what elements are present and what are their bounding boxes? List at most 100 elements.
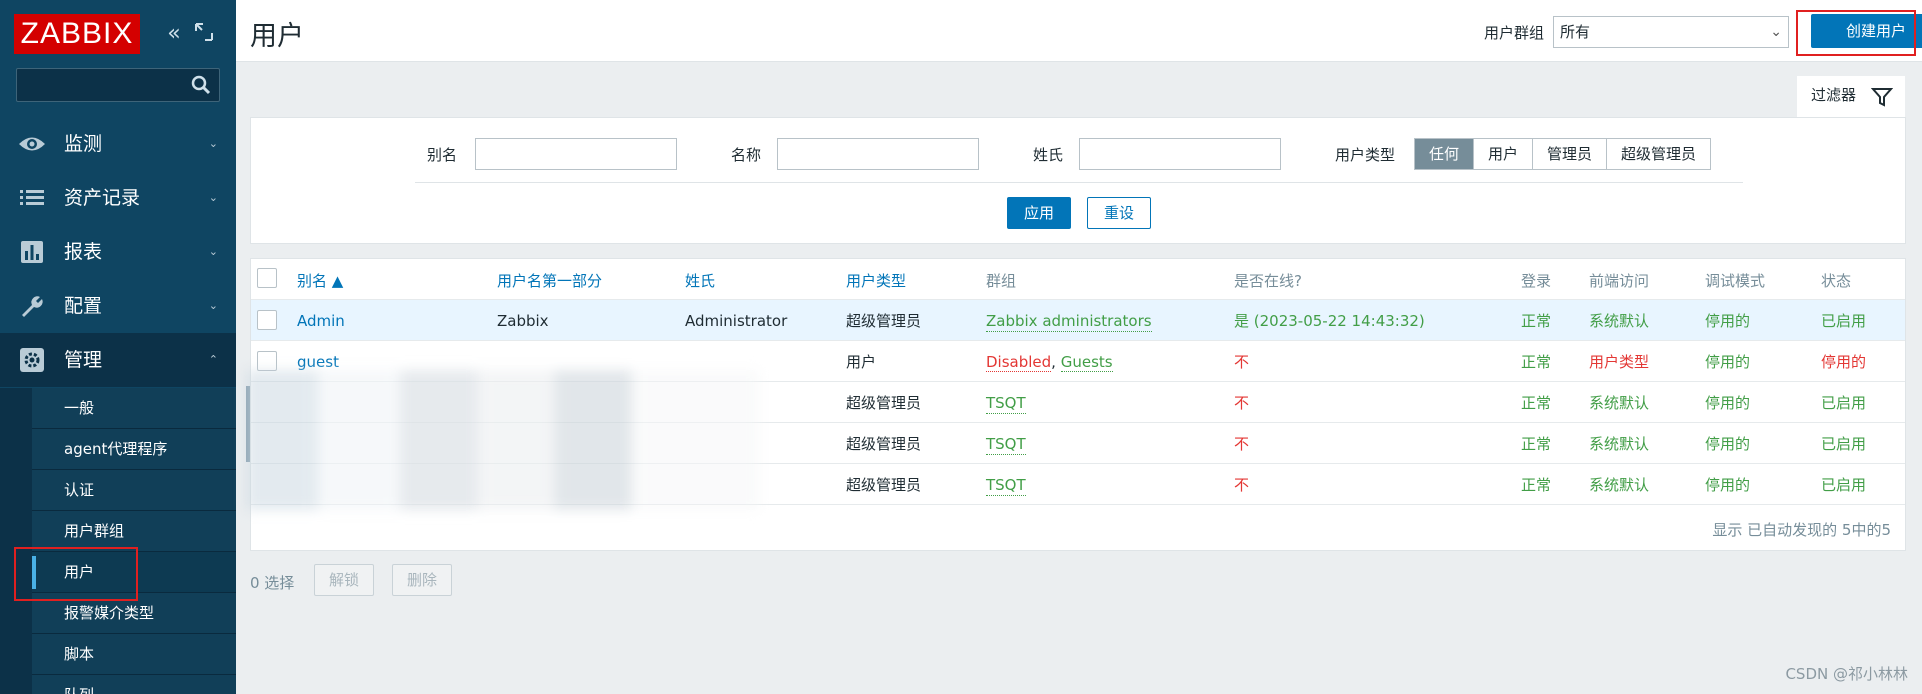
admin-submenu: 一般 agent代理程序 认证 用户群组 用户 报警媒介类型 脚本 队列 <box>0 388 236 694</box>
user-group-link[interactable]: TSQT <box>986 393 1026 414</box>
menu-reports[interactable]: 报表 ⌄ <box>0 225 236 279</box>
user-login: 正常 <box>1521 312 1552 330</box>
bar-chart-icon <box>18 239 46 265</box>
user-surname: Administrator <box>685 312 788 330</box>
user-type: 超级管理员 <box>846 476 922 494</box>
menu-label: 管理 <box>64 349 103 371</box>
user-debug: 停用的 <box>1705 476 1751 494</box>
submenu-authentication[interactable]: 认证 <box>32 470 236 511</box>
sidebar-search <box>16 68 220 102</box>
header-groups: 群组 <box>986 272 1017 290</box>
sidebar-search-input[interactable] <box>17 69 187 101</box>
user-group-label: 用户群组 <box>1484 24 1545 42</box>
search-icon[interactable] <box>189 73 213 97</box>
name-input[interactable] <box>777 138 979 170</box>
unblock-button[interactable]: 解锁 <box>314 564 375 596</box>
header-name[interactable]: 用户名第一部分 <box>497 271 602 291</box>
submenu-queue[interactable]: 队列 <box>32 675 236 694</box>
header-status: 状态 <box>1821 272 1852 290</box>
user-debug: 停用的 <box>1705 312 1751 330</box>
user-online: 是 (2023-05-22 14:43:32) <box>1234 312 1425 330</box>
header: 用户 用户群组 所有 ⌄ 创建用户 <box>236 0 1922 62</box>
user-type-any[interactable]: 任何 <box>1415 139 1475 169</box>
filter-divider <box>415 182 1743 183</box>
user-name: Zabbix <box>497 312 549 330</box>
delete-button[interactable]: 删除 <box>392 564 453 596</box>
user-online: 不 <box>1234 435 1250 453</box>
user-type: 超级管理员 <box>846 312 922 330</box>
user-online: 不 <box>1234 476 1250 494</box>
user-alias-link[interactable]: guest <box>297 352 339 372</box>
select-all-checkbox[interactable] <box>257 268 277 288</box>
watermark: CSDN @祁小林林 <box>1785 665 1908 683</box>
chevron-down-icon: ⌄ <box>208 299 218 312</box>
user-debug: 停用的 <box>1705 435 1751 453</box>
alias-input[interactable] <box>475 138 677 170</box>
user-login: 正常 <box>1521 394 1552 412</box>
menu-monitoring[interactable]: 监测 ⌄ <box>0 117 236 171</box>
apply-button[interactable]: 应用 <box>1007 197 1071 229</box>
user-type: 超级管理员 <box>846 435 922 453</box>
header-debug: 调试模式 <box>1705 272 1766 290</box>
wrench-icon <box>18 293 46 319</box>
header-online: 是否在线? <box>1234 272 1302 290</box>
surname-input[interactable] <box>1079 138 1281 170</box>
user-groups: Disabled, Guests <box>986 352 1113 372</box>
user-group-link[interactable]: TSQT <box>986 475 1026 496</box>
user-group-link[interactable]: TSQT <box>986 434 1026 455</box>
submenu-scripts[interactable]: 脚本 <box>32 634 236 675</box>
row-checkbox[interactable] <box>257 310 277 330</box>
chevron-down-icon: ⌄ <box>208 245 218 258</box>
user-type-segmented: 任何 用户 管理员 超级管理员 <box>1414 138 1712 170</box>
header-surname[interactable]: 姓氏 <box>685 271 715 291</box>
user-type-user[interactable]: 用户 <box>1474 139 1534 169</box>
collapse-sidebar-icon[interactable]: « <box>162 22 186 46</box>
menu-inventory[interactable]: 资产记录 ⌄ <box>0 171 236 225</box>
user-status-link[interactable]: 已启用 <box>1821 311 1866 331</box>
submenu-general[interactable]: 一般 <box>32 388 236 429</box>
alias-label: 别名 <box>427 146 458 164</box>
selected-count: 0 选择 <box>250 574 295 592</box>
user-status-link[interactable]: 已启用 <box>1821 434 1866 454</box>
chevron-down-icon: ⌄ <box>1770 24 1782 40</box>
header-frontend: 前端访问 <box>1589 272 1650 290</box>
user-group-link[interactable]: Disabled <box>986 353 1052 372</box>
user-group-link[interactable]: Guests <box>1060 353 1113 372</box>
header-alias[interactable]: 别名 ▲ <box>297 271 343 291</box>
menu-configuration[interactable]: 配置 ⌄ <box>0 279 236 333</box>
row-checkbox[interactable] <box>257 351 277 371</box>
menu-label: 资产记录 <box>64 187 141 209</box>
highlight-box-create <box>1796 10 1916 56</box>
user-status-link[interactable]: 已启用 <box>1821 393 1866 413</box>
filter-panel: 别名 名称 姓氏 用户类型 任何 用户 管理员 超级管理员 应用 重设 <box>250 117 1906 244</box>
user-type: 超级管理员 <box>846 394 922 412</box>
user-group-link[interactable]: Zabbix administrators <box>986 311 1152 332</box>
submenu-proxies[interactable]: agent代理程序 <box>32 429 236 470</box>
header-user-type[interactable]: 用户类型 <box>846 271 906 291</box>
user-group-select[interactable]: 所有 ⌄ <box>1553 16 1789 48</box>
surname-label: 姓氏 <box>1033 146 1064 164</box>
user-alias-link[interactable]: Admin <box>297 311 345 331</box>
kiosk-mode-icon[interactable] <box>192 22 216 46</box>
user-status-link[interactable]: 停用的 <box>1821 352 1866 372</box>
user-type-superadmin[interactable]: 超级管理员 <box>1607 139 1711 169</box>
user-frontend: 系统默认 <box>1589 312 1650 330</box>
user-debug: 停用的 <box>1705 394 1751 412</box>
user-online: 不 <box>1234 394 1250 412</box>
list-icon <box>18 185 46 211</box>
header-login: 登录 <box>1521 272 1552 290</box>
page-title: 用户 <box>250 21 304 52</box>
user-status-link[interactable]: 已启用 <box>1821 475 1866 495</box>
user-type-admin[interactable]: 管理员 <box>1533 139 1608 169</box>
menu-administration[interactable]: 管理 ⌃ <box>0 333 236 387</box>
zabbix-logo[interactable]: ZABBIX <box>14 14 140 54</box>
filter-tab[interactable]: 过滤器 <box>1797 76 1905 118</box>
submenu-user-groups[interactable]: 用户群组 <box>32 511 236 552</box>
highlight-box-users <box>14 547 138 601</box>
user-online: 不 <box>1234 353 1250 371</box>
reset-button[interactable]: 重设 <box>1087 197 1151 229</box>
eye-icon <box>18 131 46 157</box>
table-row: Admin Zabbix Administrator 超级管理员 Zabbix … <box>251 299 1905 340</box>
logo-row: ZABBIX « <box>14 14 224 54</box>
name-label: 名称 <box>731 146 762 164</box>
